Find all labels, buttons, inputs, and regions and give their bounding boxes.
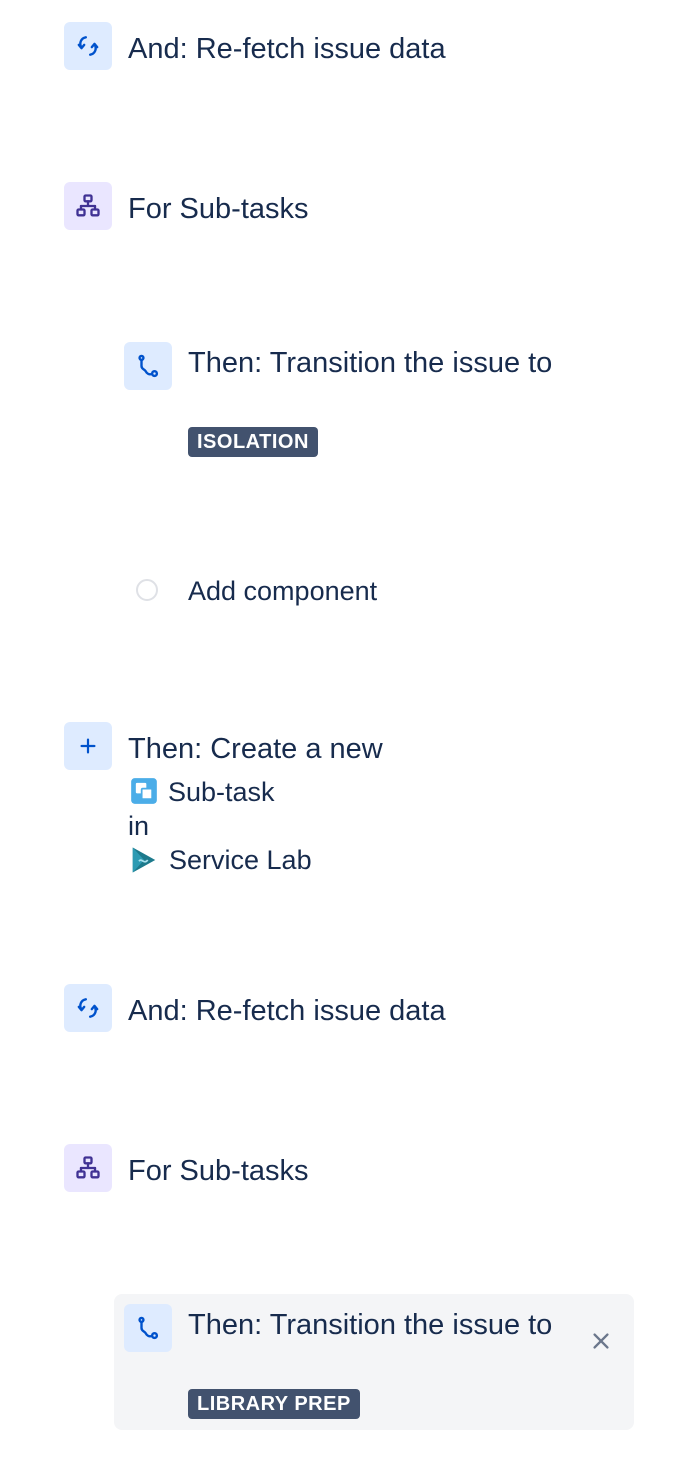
subtask-icon: [130, 777, 158, 805]
refresh-icon: [64, 984, 112, 1032]
add-component-circle-icon: [136, 579, 158, 601]
step-title: And: Re-fetch issue data: [128, 33, 446, 65]
transition-icon: [124, 342, 172, 390]
branch-icon: [64, 1144, 112, 1192]
transition-icon: [124, 1304, 172, 1352]
add-component-label: Add component: [188, 576, 378, 606]
refresh-icon: [64, 22, 112, 70]
step-title: For Sub-tasks: [128, 193, 309, 225]
project: Service Lab: [128, 843, 312, 877]
branch-icon: [64, 182, 112, 230]
status-lozenge-text: ISOLATION: [188, 427, 318, 457]
step-title: Then: Transition the issue to: [188, 347, 553, 379]
step-title: For Sub-tasks: [128, 1155, 309, 1187]
step-title: Then: Transition the issue to: [188, 1309, 553, 1341]
close-icon[interactable]: [586, 1326, 616, 1356]
status-lozenge: LIBRARY PREP: [188, 1389, 360, 1419]
connector-text: in: [128, 811, 150, 841]
status-lozenge-text: LIBRARY PREP: [188, 1389, 360, 1419]
step-title: And: Re-fetch issue data: [128, 995, 446, 1027]
step-title: Then: Create a new: [128, 733, 383, 765]
status-lozenge: ISOLATION: [188, 427, 318, 457]
issue-type-label: Sub-task: [168, 777, 275, 807]
plus-icon: [64, 722, 112, 770]
issue-type: Sub-task: [128, 775, 275, 809]
project-avatar-icon: [129, 845, 159, 875]
project-label: Service Lab: [169, 845, 312, 875]
